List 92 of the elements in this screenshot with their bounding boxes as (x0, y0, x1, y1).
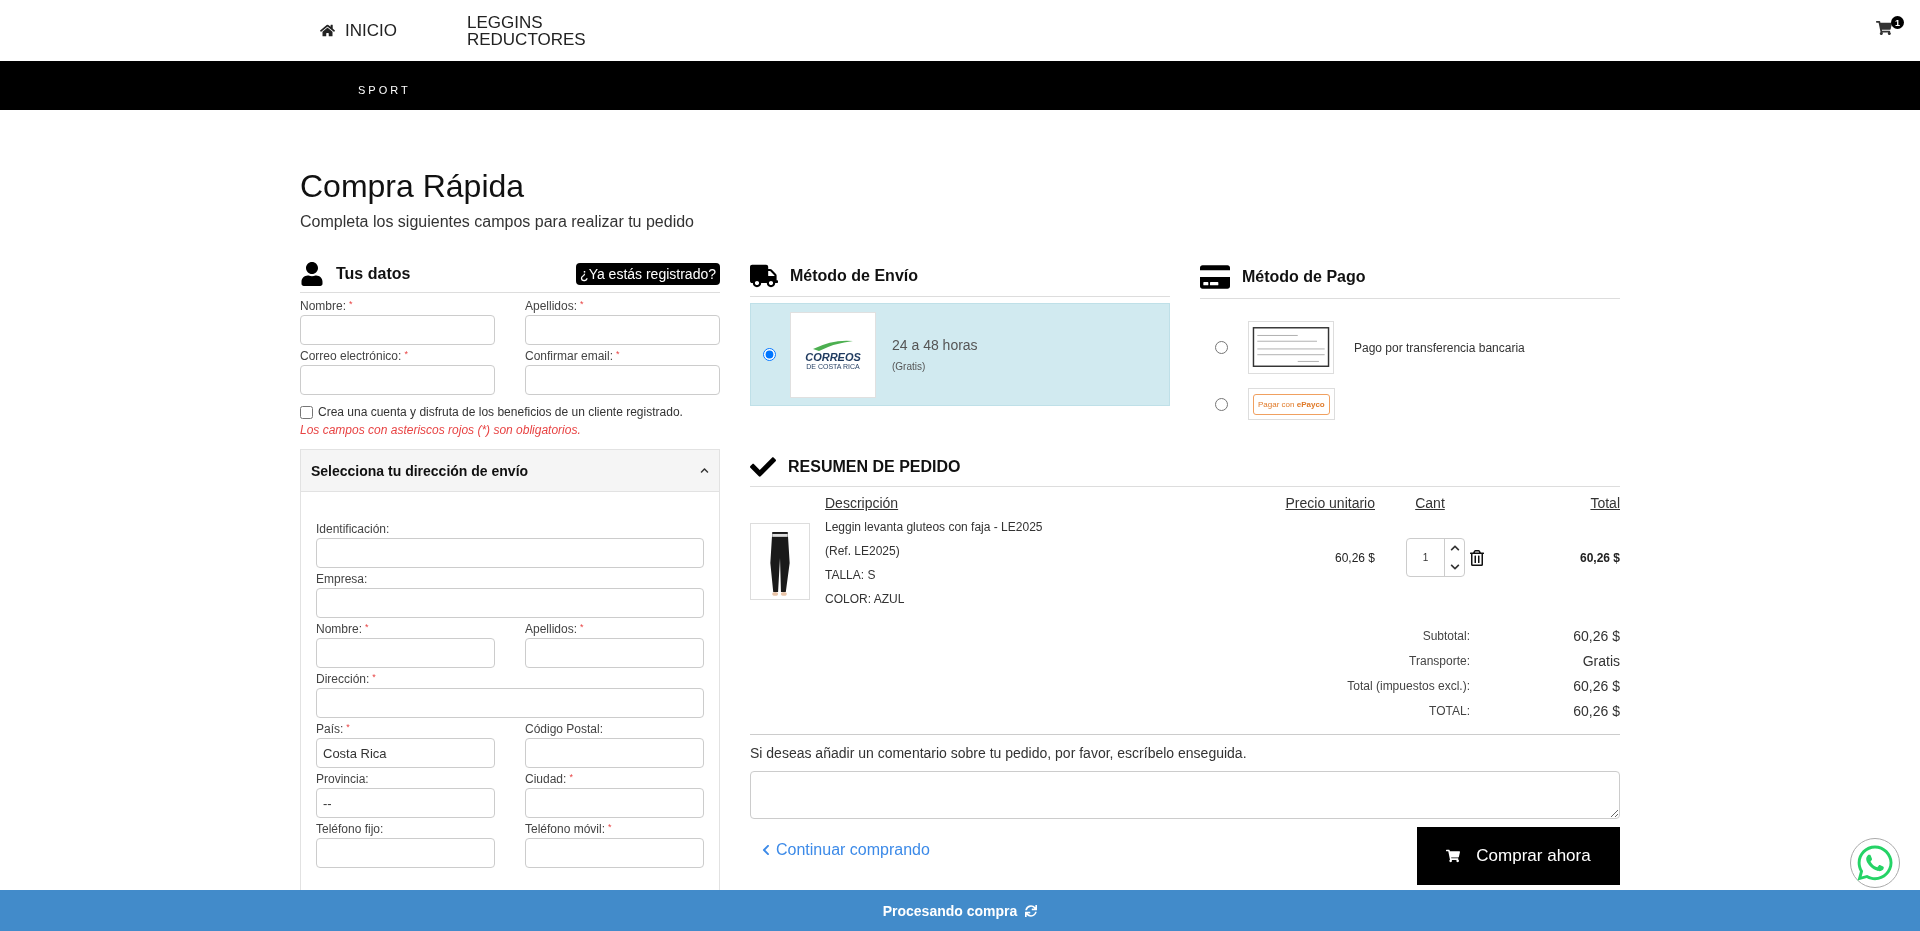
delivery-time: 24 a 48 horas (892, 337, 978, 353)
input-field[interactable] (525, 788, 704, 818)
login-button[interactable]: ¿Ya estás registrado? (576, 263, 720, 285)
total-value: 60,26 $ (1572, 702, 1620, 720)
page-subtitle: Completa los siguientes campos para realizar tu pedido (300, 213, 695, 231)
nav-link[interactable]: LEGGINS REDUCTORES (466, 13, 607, 48)
required-note: Los campos con asteriscos rojos (*) son obligatorios. (300, 423, 582, 437)
truck-icon (750, 262, 778, 290)
decrease-icon[interactable] (1449, 561, 1460, 572)
section-title: RESUMEN DE PEDIDO (788, 458, 961, 476)
radio-button[interactable] (763, 348, 776, 361)
field-label: Código Postal: (525, 722, 605, 736)
input-field[interactable] (525, 838, 704, 868)
field-label: Teléfono fijo: (316, 822, 385, 836)
column-header[interactable]: Descripción (825, 493, 1225, 511)
input-field[interactable] (316, 638, 495, 668)
total-label: Subtotal: (1421, 628, 1470, 645)
input-field[interactable] (316, 538, 704, 568)
nav-link[interactable]: INICIO (320, 22, 397, 39)
column-header[interactable]: Precio unitario (1225, 493, 1375, 511)
field-label: Apellidos: * (525, 622, 585, 636)
product-detail: TALLA: S (825, 567, 877, 584)
input-field[interactable] (300, 315, 495, 345)
payment-label: Pago por transferencia bancaria (1354, 340, 1525, 355)
home-icon (320, 23, 335, 38)
column-header[interactable]: Cant (1375, 493, 1485, 511)
payment-badge: Pagar con ePayco (1248, 388, 1335, 420)
whatsapp-icon[interactable] (1850, 838, 1900, 888)
column-header[interactable]: Total (1485, 493, 1620, 511)
input-field[interactable] (525, 638, 704, 668)
product-name[interactable]: Leggin levanta gluteos con faja - LE2025 (825, 515, 1225, 539)
field-label: Dirección: * (316, 672, 377, 686)
input-field[interactable] (316, 688, 704, 718)
swoosh-icon (813, 339, 853, 351)
unit-price: 60,26 $ (1333, 551, 1375, 565)
logo[interactable]: SPORT (358, 84, 411, 96)
total-label: Total (impuestos excl.): (1346, 678, 1470, 695)
logo-text: CORREOS (805, 351, 861, 363)
cart-count: 1 (1891, 16, 1904, 29)
field-label: País: * (316, 722, 351, 736)
input-field[interactable] (525, 365, 720, 395)
radio-button[interactable] (1215, 341, 1228, 354)
bank-check-icon (1248, 321, 1334, 374)
chevron-icon (700, 466, 709, 475)
field-label: Ciudad: * (525, 772, 574, 786)
credit-card-icon (1200, 262, 1230, 292)
check-icon (750, 454, 776, 480)
panel-header[interactable]: Selecciona tu dirección de envío (301, 450, 719, 492)
product-detail: (Ref. LE2025) (825, 543, 901, 560)
quantity-stepper[interactable]: 1 (1406, 538, 1465, 577)
field-label: Identificación: (316, 522, 391, 536)
field-label: Apellidos: * (525, 299, 585, 313)
field-label: Correo electrónico: * (300, 349, 409, 363)
input-field[interactable] (525, 738, 704, 768)
section-title: Método de Envío (790, 267, 918, 285)
shipping-price: (Gratis) (892, 361, 927, 372)
create-account-option[interactable]: Crea una cuenta y disfruta de los beneficios de un cliente registrado. (300, 405, 720, 419)
refresh-icon (1025, 904, 1038, 917)
continue-link[interactable]: Continuar comprando (760, 841, 930, 859)
checkbox[interactable] (300, 405, 313, 419)
input-field[interactable] (300, 365, 495, 395)
cart-icon (1446, 849, 1461, 863)
input-field[interactable] (525, 315, 720, 345)
product-detail: COLOR: AZUL (825, 591, 906, 608)
user-icon (300, 262, 324, 286)
field-label: Nombre: * (316, 622, 370, 636)
total-label: Transporte: (1408, 653, 1470, 670)
input-field[interactable] (316, 838, 495, 868)
total-value: Gratis (1581, 652, 1620, 670)
total-value: 60,26 $ (1572, 627, 1620, 645)
total-label: TOTAL: (1428, 703, 1470, 720)
increase-icon[interactable] (1449, 543, 1460, 554)
comment-label: Si deseas añadir un comentario sobre tu pedido, por favor, escríbelo enseguida. (750, 745, 1248, 761)
input-field[interactable] (316, 588, 704, 618)
field-label: Empresa: (316, 572, 369, 586)
section-title: Tus datos (336, 265, 411, 283)
status-text: Procesando compra (882, 902, 1018, 919)
buy-button[interactable]: Comprar ahora (1417, 827, 1620, 885)
delete-icon[interactable] (1469, 549, 1485, 566)
line-total: 60,26 $ (1578, 551, 1620, 565)
field-label: Provincia: (316, 772, 370, 786)
input-field[interactable]: Costa Rica (316, 738, 495, 768)
comment-field[interactable] (750, 771, 1620, 819)
section-title: Método de Pago (1242, 268, 1366, 286)
radio-button[interactable] (1215, 397, 1228, 411)
field-label: Nombre: * (300, 299, 354, 313)
field-label: Confirmar email: * (525, 349, 621, 363)
input-field[interactable]: -- (316, 788, 495, 818)
page-title: Compra Rápida (300, 168, 526, 205)
field-label: Teléfono móvil: * (525, 822, 613, 836)
total-value: 60,26 $ (1572, 677, 1620, 695)
chevron-icon (760, 844, 772, 856)
